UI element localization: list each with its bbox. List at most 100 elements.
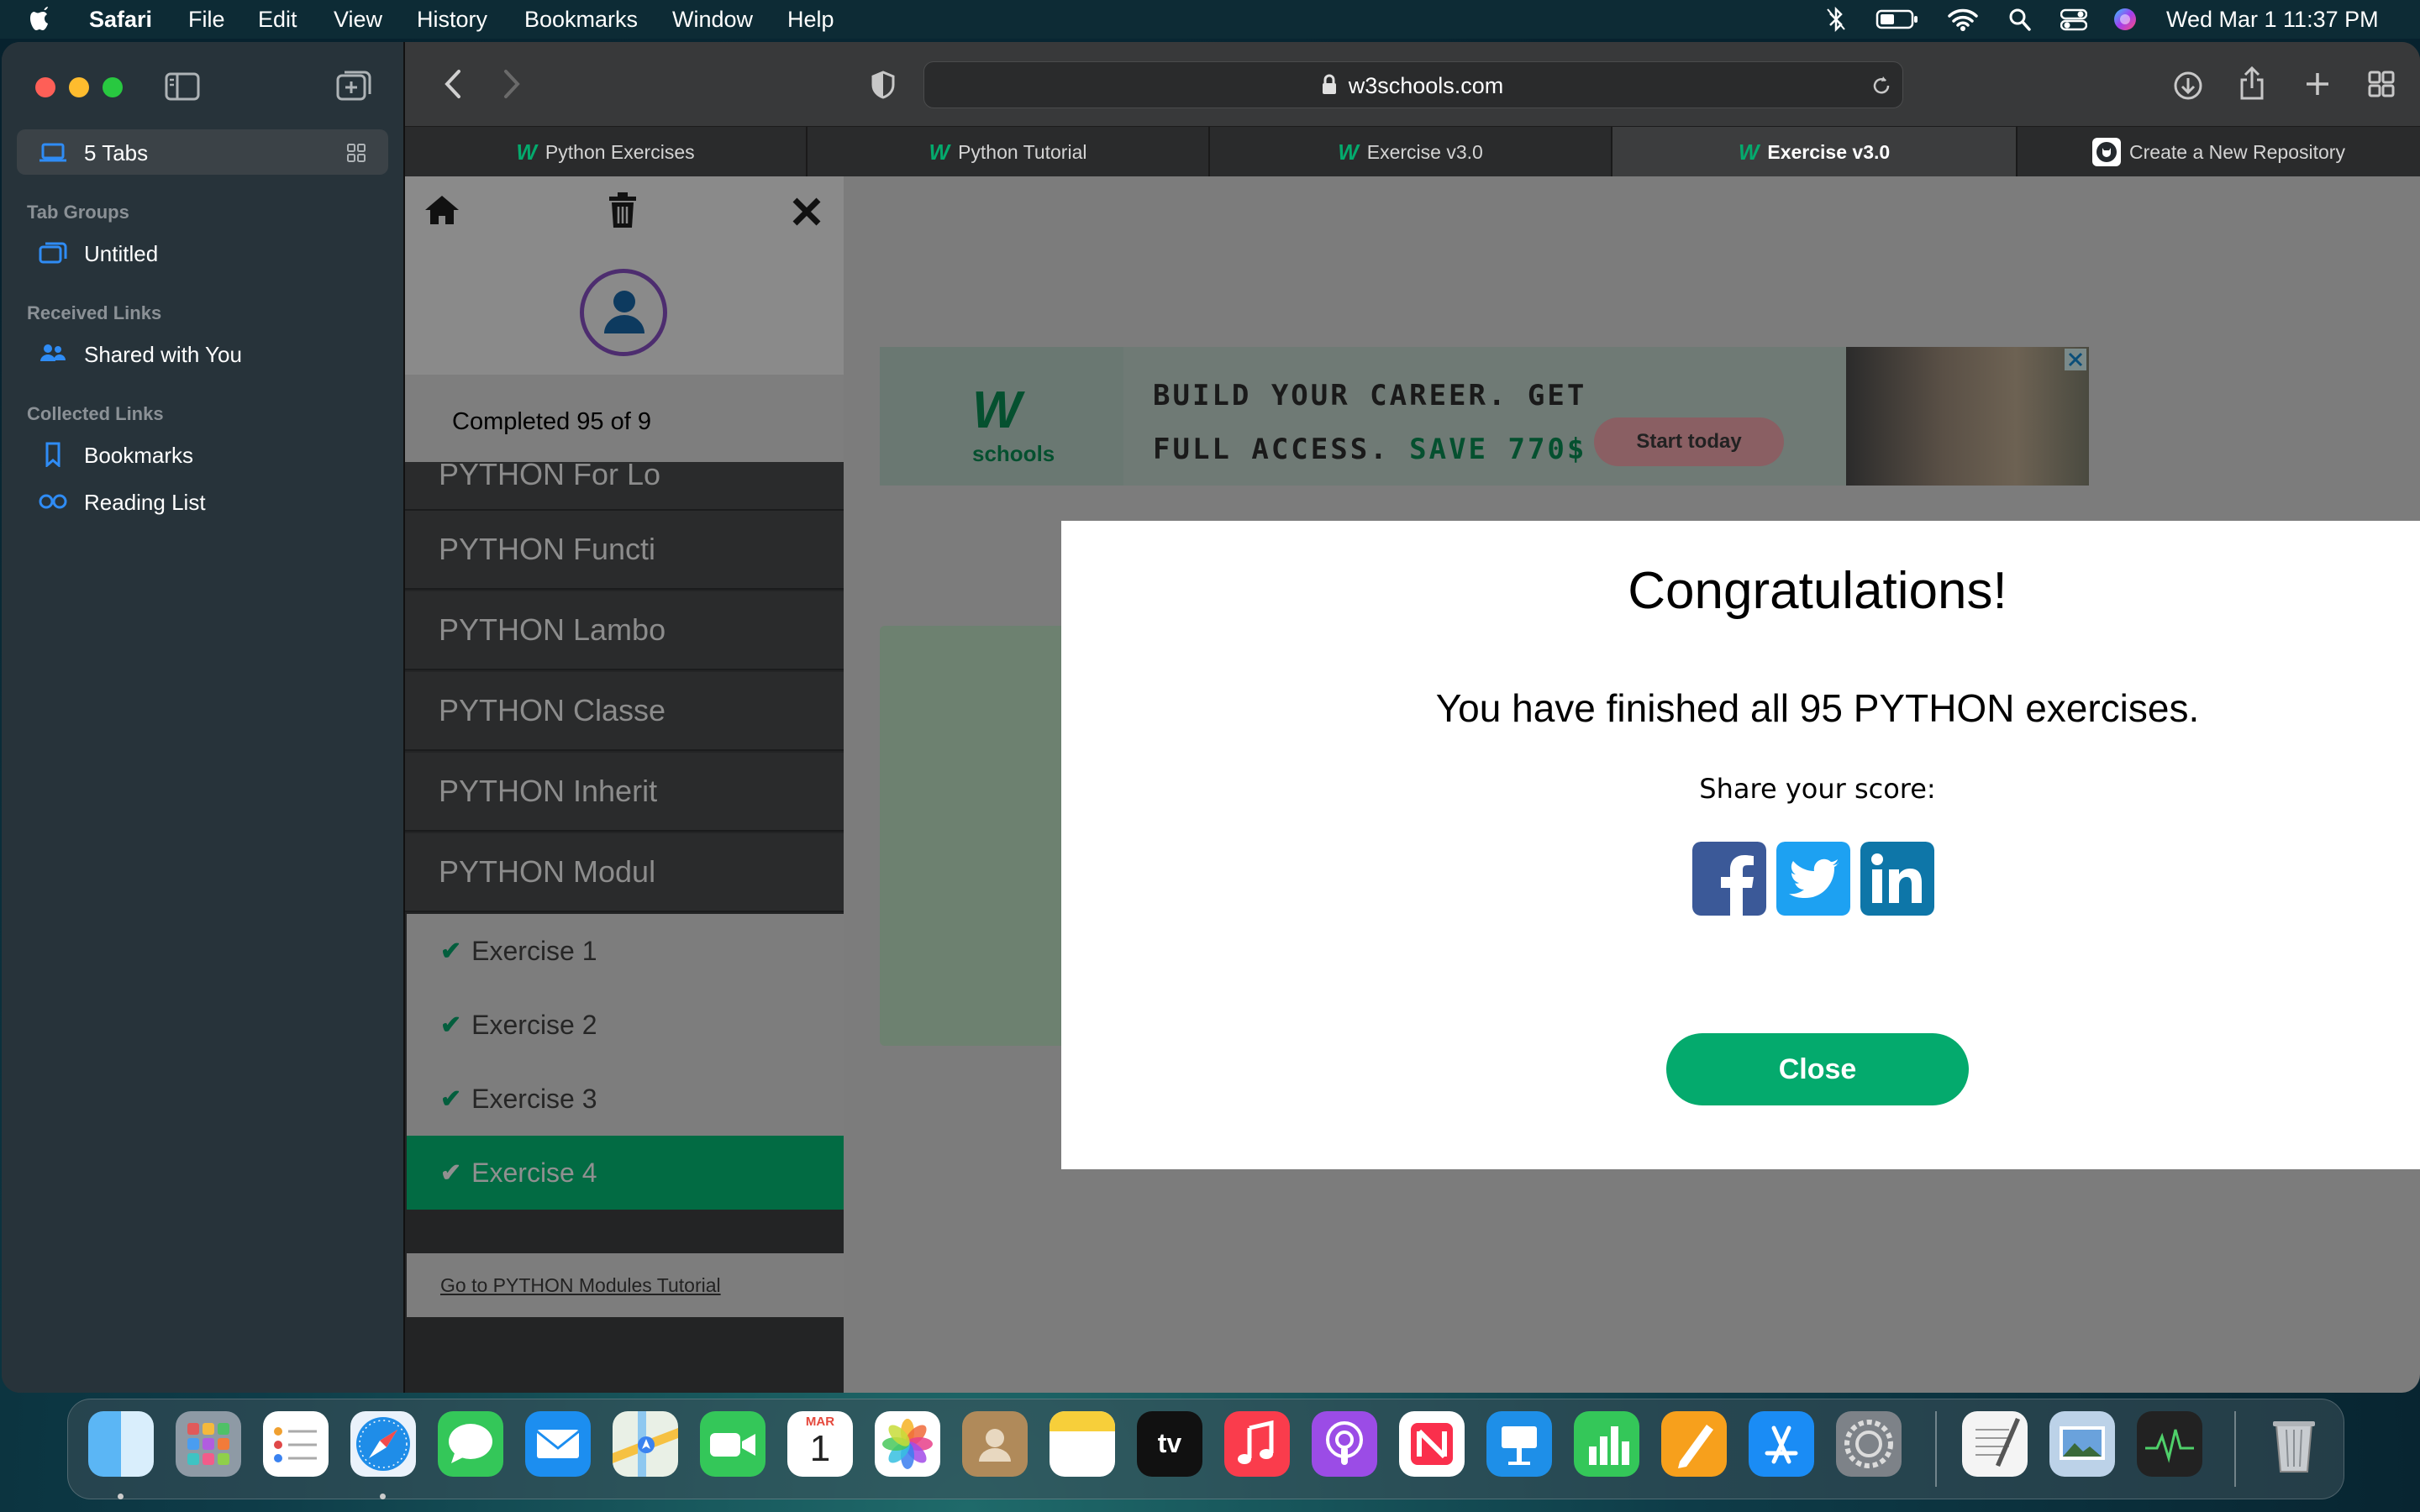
safari-icon[interactable] [350,1411,416,1477]
bookmark-icon [45,442,60,467]
twitter-share-icon[interactable] [1776,842,1850,916]
reminders-icon[interactable] [263,1411,329,1477]
menu-clock[interactable]: Wed Mar 1 11:37 PM [2166,7,2379,33]
menu-help[interactable]: Help [787,7,834,33]
menu-item-modules[interactable]: PYTHON Modul [405,833,844,912]
menu-bookmarks[interactable]: Bookmarks [524,7,638,33]
menu-item-classes[interactable]: PYTHON Classe [405,672,844,751]
ad-cta-button[interactable]: Start today [1594,417,1784,466]
tab-new-repository[interactable]: Create a New Repository [2018,127,2420,177]
linkedin-share-icon[interactable] [1860,842,1934,916]
close-menu-icon[interactable] [792,197,822,227]
menu-item-lambda[interactable]: PYTHON Lambo [405,591,844,670]
forward-icon[interactable] [502,69,521,99]
tab-exercise-1[interactable]: W Exercise v3.0 [1210,127,1612,177]
wifi-icon[interactable] [1948,7,1978,32]
menu-edit[interactable]: Edit [258,7,297,33]
menu-window[interactable]: Window [672,7,753,33]
home-icon[interactable] [424,193,460,227]
tab-python-exercises[interactable]: W Python Exercises [405,127,808,177]
minimize-window-button[interactable] [69,77,89,97]
laptop-icon [39,143,66,162]
back-icon[interactable] [444,69,462,99]
exercise-item-active[interactable]: ✔ Exercise 4 [407,1136,844,1210]
calendar-month: MAR [805,1415,835,1429]
sidebar-item-label: Reading List [84,490,206,515]
tab-exercise-active[interactable]: W Exercise v3.0 [1612,127,2018,177]
modal-close-button[interactable]: Close [1666,1033,1969,1105]
finder-icon[interactable] [88,1411,154,1477]
battery-icon[interactable] [1876,7,1919,32]
ad-photo [1846,347,2089,486]
sidebar-item-tabs[interactable]: 5 Tabs [17,129,388,175]
facebook-share-icon[interactable] [1692,842,1766,916]
exercise-item[interactable]: ✔ Exercise 2 [407,988,844,1062]
apple-tv-icon[interactable]: tv [1137,1411,1202,1477]
grid-overview-icon[interactable] [346,143,366,163]
menu-item-functions[interactable]: PYTHON Functi [405,511,844,590]
reload-icon[interactable] [1870,74,1892,97]
preview-icon[interactable] [2049,1411,2115,1477]
menu-history[interactable]: History [417,7,487,33]
tab-python-tutorial[interactable]: W Python Tutorial [808,127,1210,177]
menu-item-label: PYTHON Classe [439,693,666,727]
toolbar: w3schools.com [405,42,2420,126]
spotlight-search-icon[interactable] [2008,7,2032,32]
address-bar[interactable]: w3schools.com [923,61,1903,108]
contacts-icon[interactable] [962,1411,1028,1477]
pages-icon[interactable] [1661,1411,1727,1477]
sidebar-item-reading-list[interactable]: Reading List [17,479,388,524]
keynote-icon[interactable] [1486,1411,1552,1477]
exercise-item[interactable]: ✔ Exercise 1 [407,914,844,988]
news-icon[interactable] [1399,1411,1465,1477]
share-icon[interactable] [2238,66,2265,101]
activity-monitor-icon[interactable] [2137,1411,2202,1477]
menu-file[interactable]: File [188,7,225,33]
numbers-icon[interactable] [1574,1411,1639,1477]
tab-overview-icon[interactable] [2368,71,2395,97]
facetime-icon[interactable] [700,1411,765,1477]
exercise-item[interactable]: ✔ Exercise 3 [407,1062,844,1136]
trash-icon[interactable] [608,192,638,228]
music-icon[interactable] [1224,1411,1290,1477]
new-tab-icon[interactable] [2304,71,2331,97]
user-icon [604,291,644,333]
notes-icon[interactable] [1050,1411,1115,1477]
menu-item-inheritance[interactable]: PYTHON Inherit [405,753,844,832]
menu-item-for-loops[interactable]: PYTHON For Lo [405,457,844,511]
bluetooth-icon[interactable] [1825,7,1847,32]
sidebar-item-untitled[interactable]: Untitled [17,230,388,276]
privacy-shield-icon[interactable] [871,71,896,99]
sidebar-toggle-icon[interactable] [165,72,200,101]
system-preferences-icon[interactable] [1836,1411,1902,1477]
control-center-icon[interactable] [2060,7,2087,32]
zoom-window-button[interactable] [103,77,123,97]
menu-view[interactable]: View [334,7,382,33]
tutorial-link[interactable]: Go to PYTHON Modules Tutorial [407,1253,844,1317]
messages-icon[interactable] [438,1411,503,1477]
podcasts-icon[interactable] [1312,1411,1377,1477]
avatar[interactable] [580,269,667,356]
photos-icon[interactable] [875,1411,940,1477]
app-store-icon[interactable] [1749,1411,1814,1477]
mail-icon[interactable] [525,1411,591,1477]
trash-icon[interactable] [2261,1411,2327,1477]
close-window-button[interactable] [35,77,55,97]
menu-app-name[interactable]: Safari [89,7,152,33]
new-tab-group-icon[interactable] [336,69,373,102]
shared-people-icon [40,344,66,361]
textedit-icon[interactable] [1962,1411,2028,1477]
ad-save-text: SAVE 770$ [1409,433,1587,466]
tab-label: Create a New Repository [2129,140,2345,163]
maps-icon[interactable] [613,1411,678,1477]
downloads-icon[interactable] [2173,71,2203,101]
ad-close-icon[interactable] [2065,349,2086,370]
sidebar-item-shared[interactable]: Shared with You [17,331,388,376]
apple-icon[interactable] [30,3,55,34]
launchpad-icon[interactable] [176,1411,241,1477]
exercise-menu-header: Completed 95 of 9 [405,176,844,462]
siri-icon[interactable] [2112,7,2138,32]
calendar-icon[interactable]: MAR 1 [787,1411,853,1477]
sidebar-item-bookmarks[interactable]: Bookmarks [17,432,388,477]
ad-banner[interactable]: W schools BUILD YOUR CAREER. GET FULL AC… [880,347,2089,486]
